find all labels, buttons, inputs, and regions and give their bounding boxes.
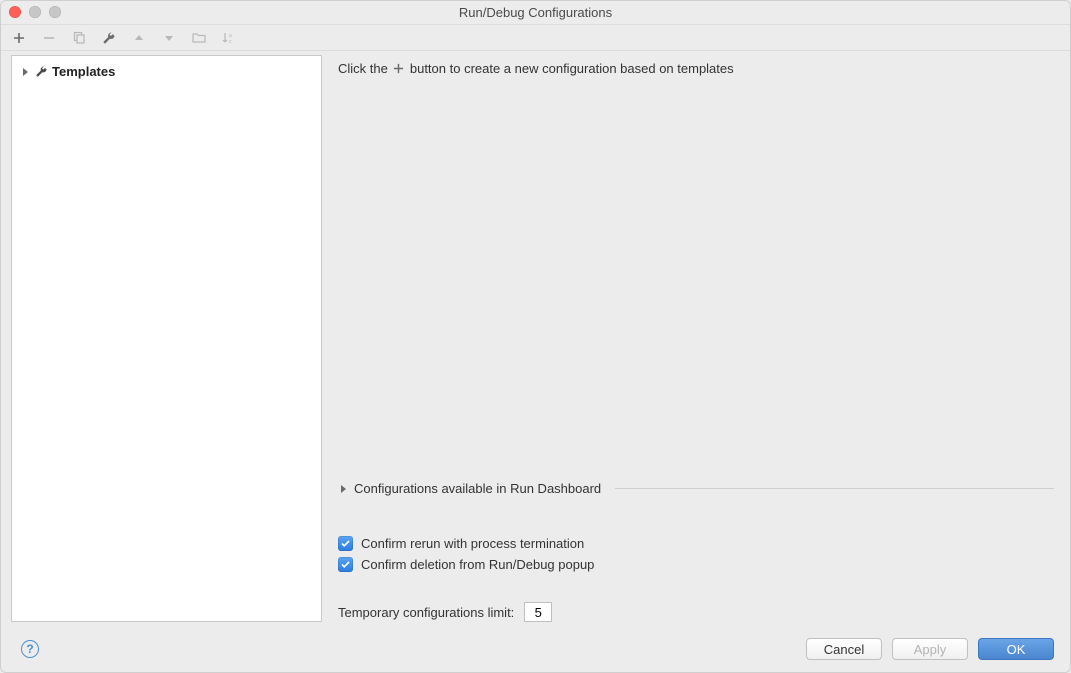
- templates-tree-node[interactable]: Templates: [16, 62, 317, 81]
- apply-button: Apply: [892, 638, 968, 660]
- confirm-delete-row: Confirm deletion from Run/Debug popup: [338, 557, 1054, 572]
- sort-button: az: [221, 30, 237, 46]
- separator-line: [615, 488, 1054, 489]
- vertical-spacer: [338, 76, 1054, 477]
- confirm-delete-checkbox[interactable]: [338, 557, 353, 572]
- minimize-window-button[interactable]: [29, 6, 41, 18]
- temp-limit-input[interactable]: [524, 602, 552, 622]
- dialog-footer: ? Cancel Apply OK: [1, 626, 1070, 672]
- plus-icon: [392, 62, 406, 76]
- temp-limit-label: Temporary configurations limit:: [338, 605, 514, 620]
- move-up-button: [131, 30, 147, 46]
- edit-templates-button[interactable]: [101, 30, 117, 46]
- templates-label: Templates: [52, 64, 115, 79]
- maximize-window-button[interactable]: [49, 6, 61, 18]
- cancel-button[interactable]: Cancel: [806, 638, 882, 660]
- folder-button: [191, 30, 207, 46]
- section-spacer: [338, 496, 1054, 530]
- titlebar: Run/Debug Configurations: [1, 1, 1070, 25]
- config-detail-pane: Click the button to create a new configu…: [322, 51, 1070, 626]
- copy-config-button: [71, 30, 87, 46]
- ok-button[interactable]: OK: [978, 638, 1054, 660]
- confirm-rerun-checkbox[interactable]: [338, 536, 353, 551]
- confirm-delete-label: Confirm deletion from Run/Debug popup: [361, 557, 594, 572]
- config-tree: Templates: [12, 56, 321, 87]
- config-tree-pane: Templates: [11, 55, 322, 622]
- temp-limit-row: Temporary configurations limit:: [338, 602, 1054, 622]
- window-title: Run/Debug Configurations: [459, 5, 612, 20]
- remove-config-button: [41, 30, 57, 46]
- expand-arrow-icon: [338, 484, 348, 494]
- run-debug-config-window: Run/Debug Configurations az: [0, 0, 1071, 673]
- close-window-button[interactable]: [9, 6, 21, 18]
- hint-text-suffix: button to create a new configuration bas…: [410, 61, 734, 76]
- config-toolbar: az: [1, 25, 1070, 51]
- svg-text:z: z: [229, 39, 232, 44]
- expand-arrow-icon: [20, 67, 30, 77]
- confirm-rerun-row: Confirm rerun with process termination: [338, 536, 1054, 551]
- confirm-rerun-label: Confirm rerun with process termination: [361, 536, 584, 551]
- window-controls: [9, 6, 61, 18]
- hint-text-prefix: Click the: [338, 61, 388, 76]
- run-dashboard-section-label: Configurations available in Run Dashboar…: [354, 481, 601, 496]
- wrench-icon: [34, 65, 48, 79]
- run-dashboard-section-header[interactable]: Configurations available in Run Dashboar…: [338, 481, 1054, 496]
- dialog-body: Templates Click the button to create a n…: [1, 51, 1070, 626]
- help-button[interactable]: ?: [21, 640, 39, 658]
- empty-state-hint: Click the button to create a new configu…: [338, 61, 1054, 76]
- add-config-button[interactable]: [11, 30, 27, 46]
- move-down-button: [161, 30, 177, 46]
